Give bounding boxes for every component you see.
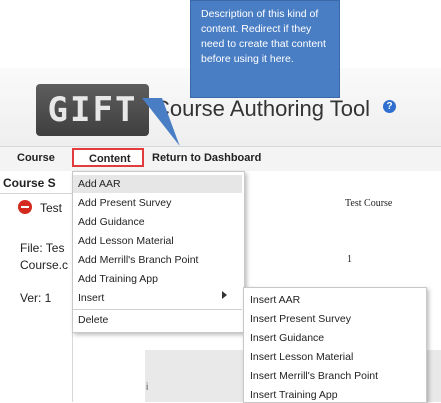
- logo-text: GIFT: [47, 90, 138, 130]
- course-structure-title: Course S: [3, 176, 56, 190]
- course-property-value[interactable]: 1: [347, 254, 352, 265]
- menu-item-add-guidance[interactable]: Add Guidance: [78, 216, 145, 228]
- menu-item-add-lesson-material[interactable]: Add Lesson Material: [78, 235, 174, 247]
- submenu-item-insert-lesson-material[interactable]: Insert Lesson Material: [250, 351, 353, 363]
- submenu-arrow-icon: [222, 291, 227, 299]
- version-label: Ver: 1: [20, 291, 52, 305]
- course-structure-panel: [0, 171, 73, 402]
- menu-course[interactable]: Course: [17, 152, 55, 164]
- file-value: Course.c: [20, 258, 69, 272]
- course-name-field[interactable]: Test Course: [345, 198, 392, 209]
- gift-logo: GIFT: [36, 84, 149, 136]
- divider: [0, 193, 72, 194]
- menu-content[interactable]: Content: [89, 153, 131, 165]
- menu-item-add-aar[interactable]: Add AAR: [78, 178, 121, 190]
- menu-item-add-present-survey[interactable]: Add Present Survey: [78, 197, 171, 209]
- app-title: Course Authoring Tool: [154, 96, 371, 121]
- file-label: File: Tes: [20, 241, 65, 255]
- remove-icon[interactable]: [18, 200, 32, 214]
- menu-item-add-merrills-branch-point[interactable]: Add Merrill's Branch Point: [78, 254, 198, 266]
- menu-return-to-dashboard[interactable]: Return to Dashboard: [152, 152, 261, 164]
- menu-separator: [73, 309, 242, 310]
- submenu-item-insert-guidance[interactable]: Insert Guidance: [250, 332, 324, 344]
- submenu-item-insert-training-app[interactable]: Insert Training App: [250, 389, 338, 401]
- submenu-item-insert-present-survey[interactable]: Insert Present Survey: [250, 313, 351, 325]
- help-icon[interactable]: ?: [383, 100, 396, 113]
- callout-text: Description of this kind of content. Red…: [201, 8, 326, 65]
- submenu-item-insert-aar[interactable]: Insert AAR: [250, 294, 300, 306]
- course-tree-item[interactable]: Test: [40, 201, 62, 215]
- menu-item-delete[interactable]: Delete: [78, 314, 108, 326]
- menu-item-insert[interactable]: Insert: [78, 292, 104, 304]
- submenu-item-insert-merrills-branch-point[interactable]: Insert Merrill's Branch Point: [250, 370, 378, 382]
- menu-item-add-training-app[interactable]: Add Training App: [78, 273, 158, 285]
- panel-mark: i: [146, 382, 149, 393]
